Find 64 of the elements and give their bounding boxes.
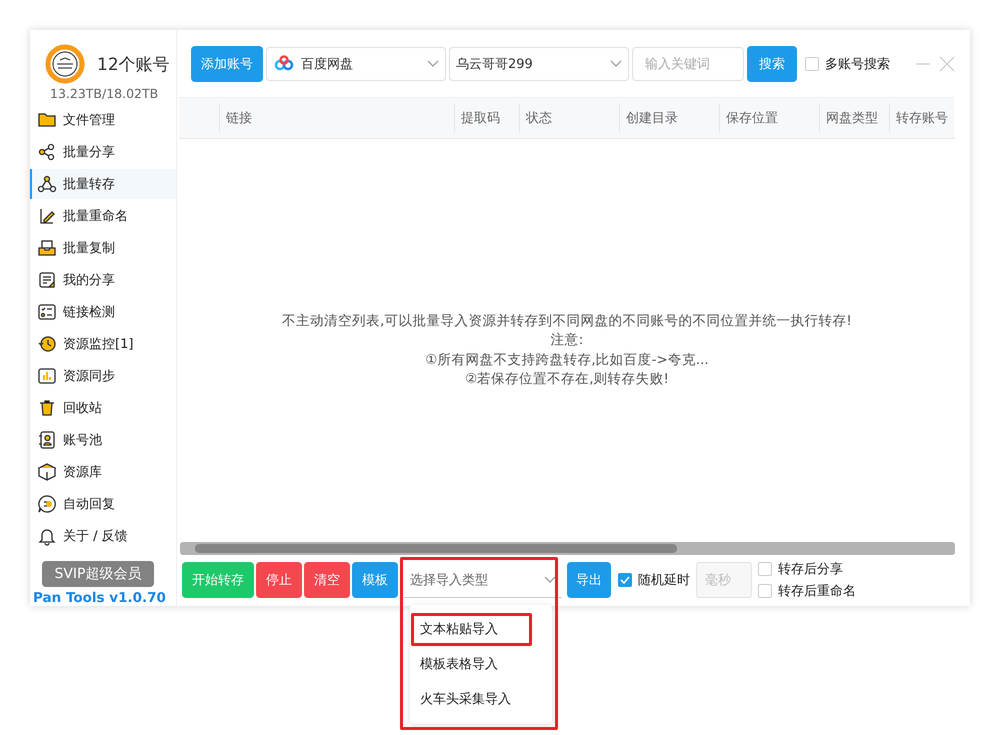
sidebar-item[interactable]: 批量分享 xyxy=(30,137,176,167)
column-header: 提取码 xyxy=(454,104,519,132)
share-icon xyxy=(37,142,57,162)
storage-usage: 13.23TB/18.02TB xyxy=(49,85,160,101)
empty-message: ②若保存位置不存在,则转存失败! xyxy=(465,370,669,389)
action-button[interactable]: 停止 xyxy=(256,562,302,598)
scrollbar-track[interactable] xyxy=(180,542,955,555)
sidebar-item[interactable]: 回收站 xyxy=(30,393,176,423)
checkbox-label[interactable]: 转存后重命名 xyxy=(758,582,856,600)
version-label: Pan Tools v1.0.70 xyxy=(32,589,167,606)
sidebar-item[interactable]: 资源库 xyxy=(30,457,176,487)
column-header: 转存账号 xyxy=(889,104,955,132)
checkbox[interactable] xyxy=(758,562,772,576)
avatar-icon xyxy=(45,44,85,84)
column-header: 状态 xyxy=(519,104,619,132)
checkbox[interactable] xyxy=(805,57,819,71)
column-header: 网盘类型 xyxy=(819,104,889,132)
trash-icon xyxy=(37,398,57,418)
dropdown-option[interactable]: 火车头采集导入 xyxy=(410,681,552,716)
close-icon[interactable] xyxy=(939,56,955,72)
scrollbar-thumb[interactable] xyxy=(195,544,677,553)
svip-button[interactable]: SVIP超级会员 xyxy=(42,561,154,587)
column-header: 链接 xyxy=(219,104,454,132)
sidebar-item[interactable]: 资源同步 xyxy=(30,361,176,391)
sidebar-item[interactable]: 批量重命名 xyxy=(30,201,176,231)
empty-message: 不主动清空列表,可以批量导入资源并转存到不同网盘的不同账号的不同位置并统一执行转存! xyxy=(282,312,852,330)
sidebar-item[interactable]: 关于 / 反馈 xyxy=(30,521,176,551)
drive-select[interactable]: 百度网盘 xyxy=(266,47,446,81)
inbox-icon xyxy=(37,238,57,258)
caret-icon xyxy=(610,60,622,68)
chat-icon xyxy=(37,494,57,514)
sidebar-item[interactable]: 我的分享 xyxy=(30,265,176,295)
column-header: 创建目录 xyxy=(619,104,719,132)
checklist-icon xyxy=(37,302,57,322)
action-button[interactable]: 清空 xyxy=(304,562,350,598)
check-icon xyxy=(620,575,630,585)
cube-icon xyxy=(37,462,57,482)
caret-icon xyxy=(544,576,556,584)
checkbox[interactable] xyxy=(618,573,632,587)
account-select[interactable]: 乌云哥哥299 xyxy=(449,47,629,81)
dropdown-option[interactable]: 模板表格导入 xyxy=(410,646,552,681)
checkbox[interactable] xyxy=(758,584,772,598)
column-header: 保存位置 xyxy=(719,104,819,132)
checkbox-label[interactable]: 转存后分享 xyxy=(758,560,856,578)
nodes-icon xyxy=(37,174,57,194)
dropdown-option[interactable]: 文本粘贴导入 xyxy=(410,611,552,646)
sidebar-item[interactable]: 批量转存 xyxy=(30,169,176,199)
caret-icon xyxy=(427,60,439,68)
empty-message: ①所有网盘不支持跨盘转存,比如百度->夸克... xyxy=(425,350,709,370)
contact-icon xyxy=(37,430,57,450)
chart-icon xyxy=(37,366,57,386)
clock-icon xyxy=(37,334,57,354)
document-icon xyxy=(37,270,57,290)
empty-message: 注意: xyxy=(550,331,584,350)
checkbox-label[interactable]: 随机延时 xyxy=(618,571,690,589)
sidebar-item[interactable]: 链接检测 xyxy=(30,297,176,327)
checkbox-label[interactable]: 多账号搜索 xyxy=(805,55,890,73)
sidebar-item[interactable]: 文件管理 xyxy=(30,105,176,135)
sidebar-item[interactable]: 批量复制 xyxy=(30,233,176,263)
account-count: 12个账号 xyxy=(97,54,170,76)
sidebar-item[interactable]: 资源监控[1] xyxy=(30,329,176,359)
sidebar-item[interactable]: 自动回复 xyxy=(30,489,176,519)
sidebar-item[interactable]: 账号池 xyxy=(30,425,176,455)
search-field[interactable]: 输入关键词 xyxy=(632,47,744,81)
